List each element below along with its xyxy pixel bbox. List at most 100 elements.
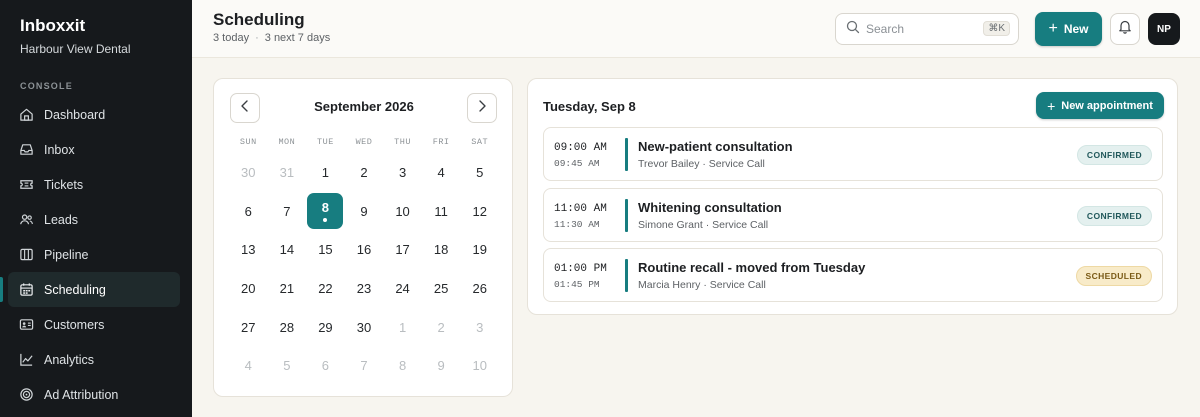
day-number: 5 xyxy=(283,358,291,374)
appointment-accent-bar xyxy=(625,199,628,232)
calendar-day[interactable]: 30 xyxy=(345,308,384,347)
calendar-day-selected[interactable]: 8 xyxy=(306,192,345,231)
page-subtitle: 3 today · 3 next 7 days xyxy=(213,32,330,44)
calendar-day[interactable]: 7 xyxy=(268,192,307,231)
day-number: 20 xyxy=(241,280,256,296)
day-number: 15 xyxy=(318,242,333,258)
calendar-day[interactable]: 10 xyxy=(383,192,422,231)
calendar-day[interactable]: 3 xyxy=(383,153,422,192)
next-count: 3 next 7 days xyxy=(264,32,331,44)
calendar-day[interactable]: 26 xyxy=(460,269,499,308)
search-input[interactable]: Search ⌘K xyxy=(835,13,1019,45)
day-number: 24 xyxy=(395,280,410,296)
day-number: 26 xyxy=(472,280,487,296)
notifications-button[interactable] xyxy=(1110,13,1140,45)
sidebar-item-label: Pipeline xyxy=(44,247,89,262)
day-number: 13 xyxy=(241,242,256,258)
calendar-day[interactable]: 6 xyxy=(306,346,345,385)
sidebar-item-analytics[interactable]: Analytics xyxy=(0,342,192,377)
calendar-day[interactable]: 7 xyxy=(345,346,384,385)
calendar-day[interactable]: 29 xyxy=(306,308,345,347)
calendar-day[interactable]: 1 xyxy=(306,153,345,192)
sidebar-item-customers[interactable]: Customers xyxy=(0,307,192,342)
calendar-day[interactable]: 23 xyxy=(345,269,384,308)
sidebar-item-pipeline[interactable]: Pipeline xyxy=(0,237,192,272)
page-title: Scheduling xyxy=(213,10,305,29)
today-count: 3 today xyxy=(213,32,250,44)
appointment-card[interactable]: 09:00 AM 09:45 AM New-patient consultation… xyxy=(543,127,1163,181)
calendar-day[interactable]: 4 xyxy=(422,153,461,192)
plus-icon: + xyxy=(1048,20,1058,37)
org-name: Harbour View Dental xyxy=(20,42,131,56)
search-icon xyxy=(846,20,860,39)
calendar-day[interactable]: 15 xyxy=(306,230,345,269)
day-number: 10 xyxy=(472,358,487,374)
sidebar-item-label: Tickets xyxy=(44,177,84,192)
day-number: 6 xyxy=(321,358,330,374)
calendar-day[interactable]: 13 xyxy=(229,230,268,269)
bell-icon xyxy=(1118,19,1132,39)
sidebar-item-label: Inbox xyxy=(44,142,75,157)
calendar-day[interactable]: 12 xyxy=(460,192,499,231)
appointment-meta: Trevor Bailey · Service Call xyxy=(638,158,765,170)
calendar-day[interactable]: 19 xyxy=(460,230,499,269)
next-month-button[interactable] xyxy=(467,93,497,123)
sidebar-item-label: Leads xyxy=(44,212,79,227)
calendar-day[interactable]: 9 xyxy=(345,192,384,231)
appointment-start-time: 11:00 AM xyxy=(554,203,607,215)
calendar-day[interactable]: 14 xyxy=(268,230,307,269)
calendar-day[interactable]: 25 xyxy=(422,269,461,308)
calendar-day[interactable]: 4 xyxy=(229,346,268,385)
day-number: 2 xyxy=(360,164,368,180)
day-number: 7 xyxy=(283,203,291,219)
calendar-day[interactable]: 9 xyxy=(422,346,461,385)
calendar-day[interactable]: 5 xyxy=(268,346,307,385)
calendar-day[interactable]: 1 xyxy=(383,308,422,347)
calendar-day[interactable]: 11 xyxy=(422,192,461,231)
calendar-day[interactable]: 18 xyxy=(422,230,461,269)
sidebar-item-tickets[interactable]: Tickets xyxy=(0,167,192,202)
id-card-icon xyxy=(18,317,34,333)
status-badge: CONFIRMED xyxy=(1076,206,1152,226)
sidebar-item-leads[interactable]: Leads xyxy=(0,202,192,237)
calendar-day[interactable]: 2 xyxy=(422,308,461,347)
appointment-start-time: 09:00 AM xyxy=(554,142,607,154)
appointment-card[interactable]: 01:00 PM 01:45 PM Routine recall - moved f… xyxy=(543,248,1163,302)
sidebar-item-dashboard[interactable]: Dashboard xyxy=(0,97,192,132)
calendar-day[interactable]: 2 xyxy=(345,153,384,192)
calendar-day[interactable]: 17 xyxy=(383,230,422,269)
sidebar-item-ad-attribution[interactable]: Ad Attribution xyxy=(0,377,192,412)
calendar-day[interactable]: 6 xyxy=(229,192,268,231)
day-number: 23 xyxy=(356,280,372,296)
calendar-day[interactable]: 21 xyxy=(268,269,307,308)
calendar-day[interactable]: 22 xyxy=(306,269,345,308)
search-placeholder: Search xyxy=(866,22,905,36)
avatar[interactable]: NP xyxy=(1148,13,1180,45)
calendar-day[interactable]: 10 xyxy=(460,346,499,385)
calendar-day[interactable]: 16 xyxy=(345,230,384,269)
day-number: 16 xyxy=(356,242,372,258)
sidebar-item-inbox[interactable]: Inbox xyxy=(0,132,192,167)
status-badge: SCHEDULED xyxy=(1075,266,1152,286)
weekday-label: MON xyxy=(278,137,296,147)
sidebar-item-label: Dashboard xyxy=(44,107,106,122)
calendar-day[interactable]: 31 xyxy=(268,153,307,192)
calendar-day[interactable]: 3 xyxy=(460,308,499,347)
calendar-day[interactable]: 27 xyxy=(229,308,268,347)
calendar-day[interactable]: 8 xyxy=(383,346,422,385)
users-icon xyxy=(18,212,34,228)
appointment-card[interactable]: 11:00 AM 11:30 AM Whitening consultation Si… xyxy=(543,188,1163,242)
calendar-day[interactable]: 30 xyxy=(229,153,268,192)
calendar-day[interactable]: 5 xyxy=(460,153,499,192)
calendar-day[interactable]: 28 xyxy=(268,308,307,347)
calendar-day[interactable]: 20 xyxy=(229,269,268,308)
new-button[interactable]: + New xyxy=(1035,12,1102,46)
day-number: 27 xyxy=(241,319,256,335)
ticket-icon xyxy=(18,177,34,193)
weekday-label: SAT xyxy=(471,137,489,147)
sidebar-item-scheduling[interactable]: Scheduling xyxy=(0,272,180,307)
day-number: 29 xyxy=(318,319,333,335)
calendar-day[interactable]: 24 xyxy=(383,269,422,308)
new-appointment-button[interactable]: + New appointment xyxy=(1036,92,1164,119)
appointment-title: Whitening consultation xyxy=(638,200,782,215)
